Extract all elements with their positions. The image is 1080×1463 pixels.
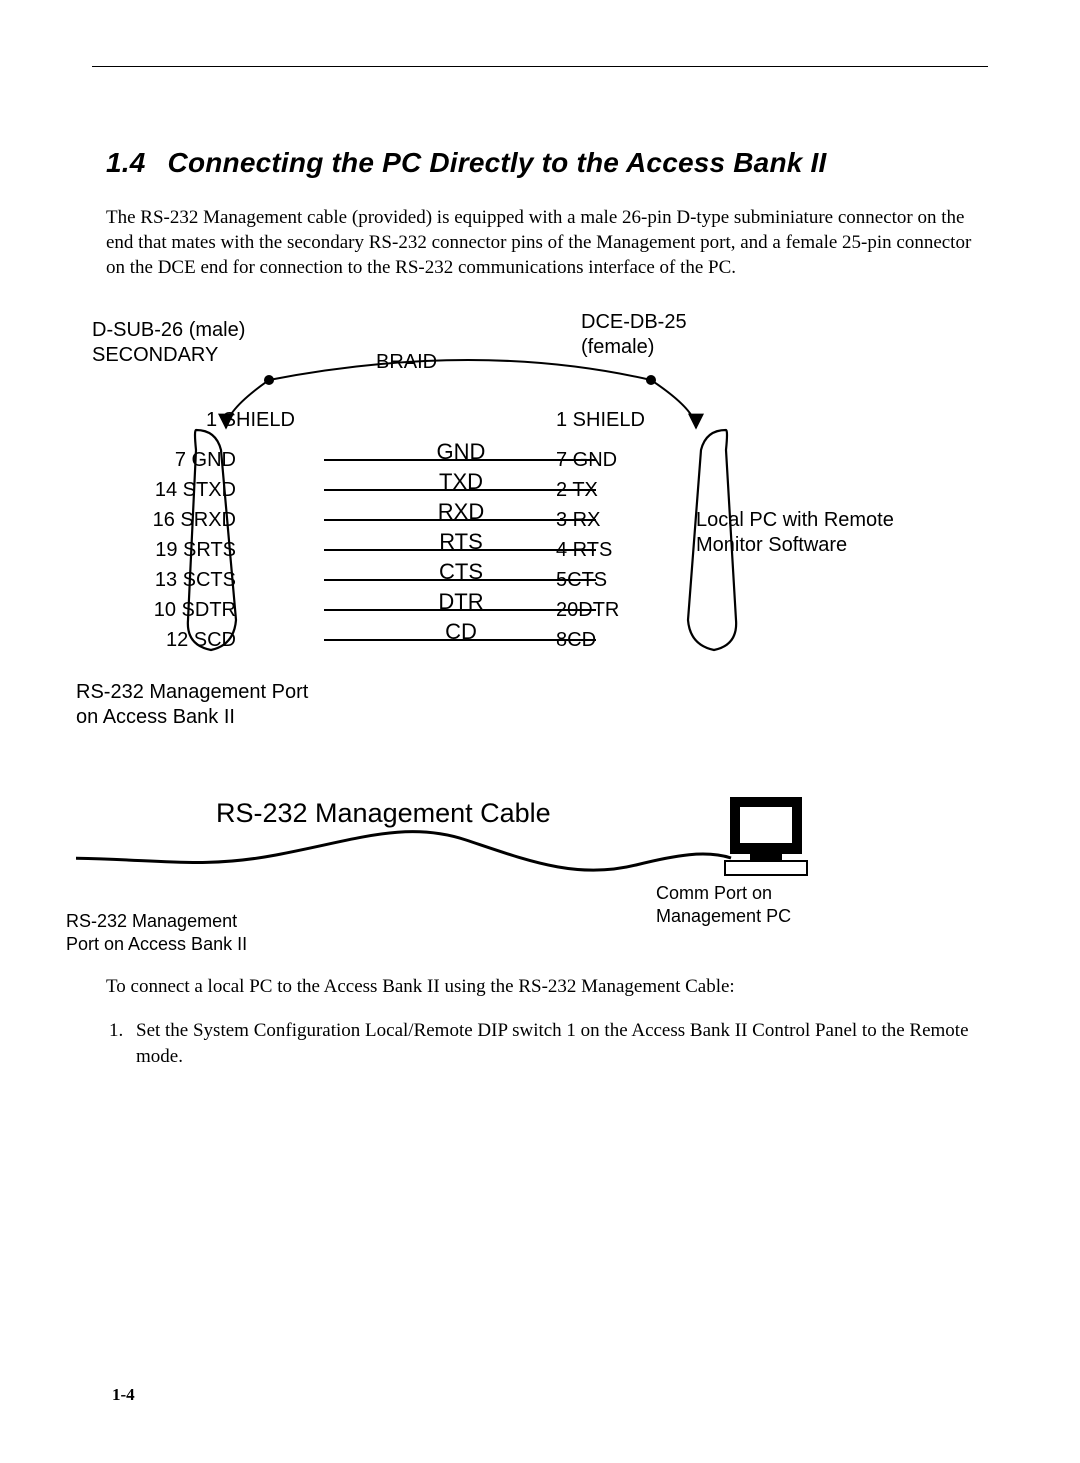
sig-2: RXD xyxy=(421,498,501,526)
pin-left-5: 10 SDTR xyxy=(154,598,236,623)
sig-5: DTR xyxy=(421,588,501,616)
pin-right-3: 4 RTS xyxy=(556,538,612,563)
steps-list: Set the System Configuration Local/Remot… xyxy=(128,1018,988,1069)
section-title: Connecting the PC Directly to the Access… xyxy=(168,147,827,178)
pin-right-5: 20DTR xyxy=(556,598,619,623)
cable-right-label: Comm Port on Management PC xyxy=(656,882,791,927)
pin-right-2: 3 RX xyxy=(556,508,600,533)
left-connector-caption: RS-232 Management Port on Access Bank II xyxy=(76,680,308,730)
left-connector-header: D-SUB-26 (male) SECONDARY xyxy=(92,318,245,368)
pin-right-1: 2 TX xyxy=(556,478,598,503)
pin-left-0: 7 GND xyxy=(175,448,236,473)
pin-right-4: 5CTS xyxy=(556,568,607,593)
pin-left-2: 16 SRXD xyxy=(153,508,236,533)
step-1: Set the System Configuration Local/Remot… xyxy=(128,1018,988,1069)
pin-left-6: 12 SCD xyxy=(166,628,236,653)
rs232-pinout-diagram: D-SUB-26 (male) SECONDARY DCE-DB-25 (fem… xyxy=(76,310,976,950)
sig-3: RTS xyxy=(421,528,501,556)
sig-4: CTS xyxy=(421,558,501,586)
right-connector-header: DCE-DB-25 (female) xyxy=(581,310,687,360)
shield-right: 1 SHIELD xyxy=(556,408,645,433)
intro-paragraph: The RS-232 Management cable (provided) i… xyxy=(106,205,988,280)
right-connector-caption: Local PC with Remote Monitor Software xyxy=(696,508,894,558)
lead-in: To connect a local PC to the Access Bank… xyxy=(106,974,988,1000)
cable-title: RS-232 Management Cable xyxy=(216,798,551,829)
section-number: 1.4 xyxy=(106,147,146,179)
page: 1.4 Connecting the PC Directly to the Acc… xyxy=(0,66,1080,1463)
section-heading: 1.4 Connecting the PC Directly to the Acc… xyxy=(106,147,988,179)
pin-left-3: 19 SRTS xyxy=(155,538,236,563)
pin-right-0: 7 GND xyxy=(556,448,617,473)
cable-left-label: RS-232 Management Port on Access Bank II xyxy=(66,910,247,955)
page-number: 1-4 xyxy=(112,1385,135,1405)
sig-0: GND xyxy=(421,438,501,466)
sig-1: TXD xyxy=(421,468,501,496)
pin-left-4: 13 SCTS xyxy=(155,568,236,593)
sig-6: CD xyxy=(421,618,501,646)
content-area: 1.4 Connecting the PC Directly to the Acc… xyxy=(106,67,988,1069)
braid-label: BRAID xyxy=(376,350,437,375)
pin-right-6: 8CD xyxy=(556,628,596,653)
shield-left: 1 SHIELD xyxy=(206,408,295,433)
pin-left-1: 14 STXD xyxy=(155,478,236,503)
